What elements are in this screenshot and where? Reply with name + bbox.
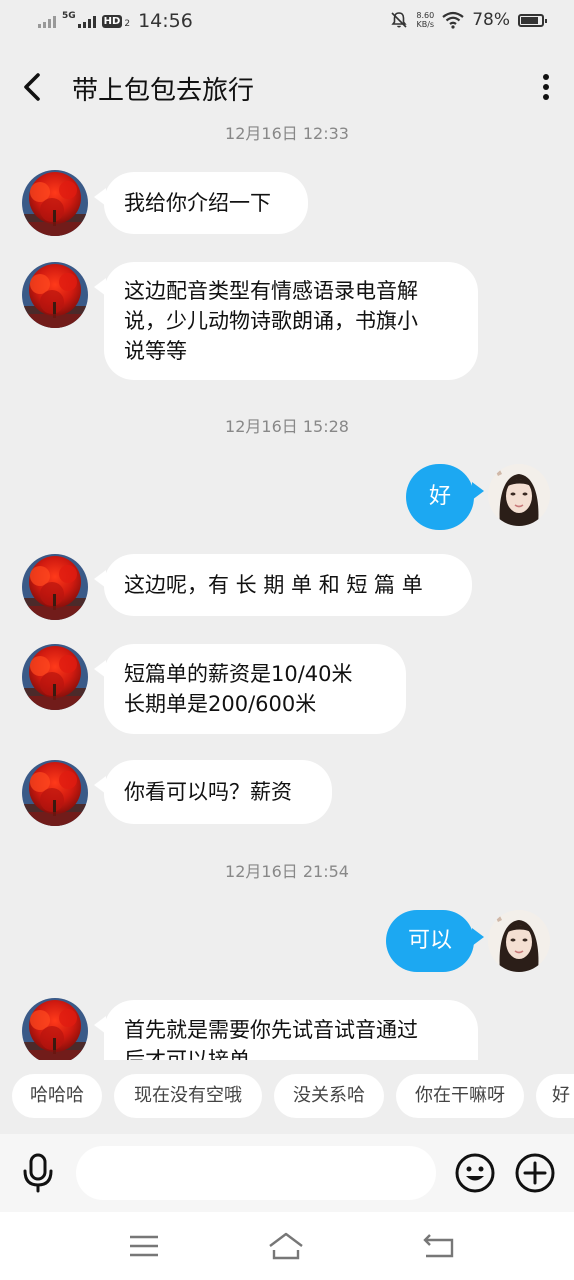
contact-avatar[interactable] [22, 998, 88, 1060]
quick-reply-chip[interactable]: 你在干嘛呀 [396, 1074, 524, 1118]
chat-header: 带上包包去旅行 [0, 58, 574, 118]
back-icon[interactable] [420, 1232, 456, 1260]
quick-reply-chip[interactable]: 现在没有空哦 [114, 1074, 262, 1118]
status-bar: 5G HD 2 14:56 8.60 KB/s 78% [0, 0, 574, 46]
emoji-icon[interactable] [454, 1152, 496, 1194]
message-bubble-out[interactable]: 好 [406, 464, 484, 530]
message-line: 说等等 [124, 339, 187, 363]
contact-avatar[interactable] [22, 644, 88, 710]
message-line: 这边配音类型有情感语录电音解 [124, 279, 418, 303]
battery-icon [518, 13, 547, 27]
more-vertical-icon[interactable] [540, 72, 552, 102]
hd-icon: HD [101, 14, 123, 28]
net-speed: 8.60 KB/s [416, 11, 434, 29]
system-nav-bar [0, 1212, 574, 1280]
quick-reply-chip[interactable]: 哈哈哈 [12, 1074, 102, 1118]
message-line: 说，少儿动物诗歌朗诵，书旗小 [124, 309, 418, 333]
chevron-left-icon[interactable] [18, 70, 48, 104]
my-avatar[interactable] [488, 910, 550, 972]
wifi-icon [442, 11, 464, 29]
my-avatar[interactable] [488, 464, 550, 526]
message-bubble-in[interactable]: 短篇单的薪资是10/40米 长期单是200/600米 [94, 644, 406, 734]
hd-sub-label: 2 [124, 19, 131, 29]
message-bubble-in[interactable]: 首先就是需要你先试音试音通过 后才可以接单 [94, 1000, 478, 1060]
message-line: 我给你介绍一下 [124, 191, 271, 215]
net-speed-value: 8.60 [416, 11, 435, 20]
message-bubble-in[interactable]: 这边呢，有 长 期 单 和 短 篇 单 [94, 554, 472, 616]
microphone-icon[interactable] [20, 1153, 56, 1193]
message-bubble-in[interactable]: 我给你介绍一下 [94, 172, 308, 234]
contact-avatar[interactable] [22, 760, 88, 826]
message-line: 后才可以接单 [124, 1048, 250, 1060]
message-line: 首先就是需要你先试音试音通过 [124, 1018, 418, 1042]
message-bubble-in[interactable]: 这边配音类型有情感语录电音解 说，少儿动物诗歌朗诵，书旗小 说等等 [94, 262, 478, 380]
message-line: 短篇单的薪资是10/40米 [124, 662, 353, 686]
message-input[interactable] [76, 1146, 436, 1200]
signal-5g-icon [77, 14, 96, 28]
timestamp: 12月16日 12:33 [225, 124, 349, 143]
mute-bell-icon [391, 12, 407, 28]
battery-percent: 78% [472, 10, 510, 30]
contact-avatar[interactable] [22, 170, 88, 236]
plus-circle-icon[interactable] [514, 1152, 556, 1194]
contact-avatar[interactable] [22, 262, 88, 328]
quick-reply-bar[interactable]: 哈哈哈 现在没有空哦 没关系哈 你在干嘛呀 好 [0, 1060, 574, 1134]
net-speed-unit: KB/s [416, 20, 435, 29]
menu-icon[interactable] [128, 1234, 160, 1258]
timestamp: 12月16日 21:54 [225, 862, 349, 881]
message-line: 长期单是200/600米 [124, 692, 317, 716]
network-type: 5G [62, 11, 76, 21]
quick-reply-chip[interactable]: 没关系哈 [274, 1074, 384, 1118]
quick-reply-chip[interactable]: 好 [536, 1074, 574, 1118]
contact-avatar[interactable] [22, 554, 88, 620]
message-line: 这边呢，有 长 期 单 和 短 篇 单 [124, 573, 423, 597]
battery-fill [521, 16, 539, 24]
signal-icon [38, 14, 56, 28]
clock: 14:56 [138, 10, 193, 32]
message-line: 可以 [407, 928, 452, 953]
chat-title: 带上包包去旅行 [72, 76, 255, 106]
input-bar [0, 1134, 574, 1212]
message-line: 好 [428, 484, 451, 509]
message-bubble-out[interactable]: 可以 [386, 910, 484, 972]
timestamp: 12月16日 15:28 [225, 417, 349, 436]
home-icon[interactable] [266, 1230, 306, 1262]
message-bubble-in[interactable]: 你看可以吗？薪资 [94, 760, 332, 824]
message-line: 你看可以吗？薪资 [124, 780, 292, 804]
status-right: 8.60 KB/s 78% [390, 10, 547, 30]
chat-area[interactable]: 12月16日 12:33 我给你介绍一下 这边配音类型有情感语录电音解 说，少儿… [0, 118, 574, 1060]
status-left: 5G HD 2 14:56 [38, 10, 193, 32]
